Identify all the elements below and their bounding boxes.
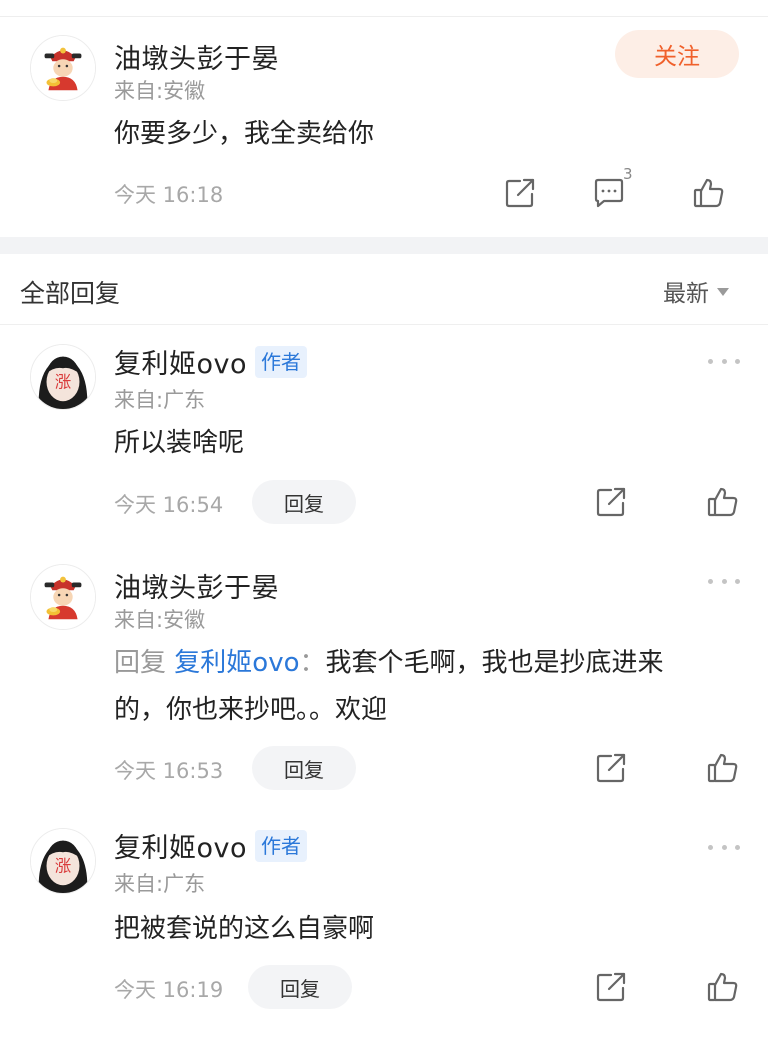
reply-author[interactable]: 复利姬ovo 作者 [114, 826, 308, 865]
replies-header: 全部回复 最新 [0, 254, 768, 325]
reply-time: 今天 16:19 [114, 978, 224, 1002]
reply-item: 涨 复利姬ovo 作者 来自:广东 把被套说的这么自豪啊 今天 16:19 回复 [0, 812, 768, 1044]
main-post: 油墩头彭于晏 来自:安徽 关注 你要多少，我全卖给你 今天 16:18 3 [0, 17, 768, 237]
avatar[interactable] [30, 35, 96, 101]
post-location: 来自:安徽 [114, 79, 206, 103]
reply-text: 把被套说的这么自豪啊 [114, 914, 375, 944]
share-icon[interactable] [594, 485, 628, 519]
reply-time: 今天 16:54 [114, 493, 224, 517]
avatar-text: 涨 [55, 857, 71, 876]
fortune-god-avatar-icon [31, 565, 95, 629]
reply-text: 我套个毛啊，我也是抄底进来 [325, 648, 664, 678]
reply-prefix: 回复 [114, 648, 167, 678]
caret-down-icon [717, 288, 729, 296]
post-author-name[interactable]: 油墩头彭于晏 [114, 37, 279, 76]
girl-avatar-icon: 涨 [31, 345, 95, 409]
reply-button[interactable]: 回复 [252, 480, 356, 524]
reply-author-name[interactable]: 复利姬ovo [114, 342, 247, 381]
reply-location: 来自:广东 [114, 872, 206, 896]
avatar[interactable]: 涨 [30, 344, 96, 410]
reply-item: 涨 复利姬ovo 作者 来自:广东 所以装啥呢 今天 16:54 回复 [0, 326, 768, 546]
more-dots-icon[interactable] [708, 842, 740, 852]
reply-author[interactable]: 复利姬ovo 作者 [114, 342, 308, 381]
reply-button[interactable]: 回复 [248, 965, 352, 1009]
avatar[interactable]: 涨 [30, 828, 96, 894]
reply-text: 所以装啥呢 [114, 428, 245, 458]
comment-count-badge: 3 [623, 165, 633, 183]
reply-time: 今天 16:53 [114, 759, 224, 783]
thumbs-up-icon[interactable] [706, 485, 740, 519]
comment-icon[interactable] [592, 176, 626, 210]
thumbs-up-icon[interactable] [706, 751, 740, 785]
reply-colon: ： [299, 648, 326, 678]
follow-button[interactable]: 关注 [615, 30, 739, 78]
reply-author-name[interactable]: 复利姬ovo [114, 826, 247, 865]
share-icon[interactable] [594, 751, 628, 785]
section-separator [0, 237, 768, 254]
share-icon[interactable] [594, 970, 628, 1004]
reply-location: 来自:安徽 [114, 608, 206, 632]
author-badge: 作者 [255, 345, 308, 378]
post-time: 今天 16:18 [114, 183, 224, 207]
sort-label: 最新 [663, 281, 709, 307]
reply-text-line-2: 的，你也来抄吧。。欢迎 [114, 695, 388, 725]
sort-dropdown[interactable]: 最新 [663, 274, 729, 308]
girl-avatar-icon: 涨 [31, 829, 95, 893]
thumbs-up-icon[interactable] [706, 970, 740, 1004]
reply-location: 来自:广东 [114, 388, 206, 412]
avatar-text: 涨 [55, 373, 71, 392]
fortune-god-avatar-icon [31, 36, 95, 100]
more-dots-icon[interactable] [708, 356, 740, 366]
reply-author-name[interactable]: 油墩头彭于晏 [114, 566, 279, 605]
all-replies-title: 全部回复 [20, 279, 121, 308]
thumbs-up-icon[interactable] [692, 176, 726, 210]
reply-text-line-1: 回复 复利姬ovo：我套个毛啊，我也是抄底进来 [114, 640, 664, 686]
author-badge: 作者 [255, 829, 308, 862]
reply-button[interactable]: 回复 [252, 746, 356, 790]
share-icon[interactable] [503, 176, 537, 210]
avatar[interactable] [30, 564, 96, 630]
reply-item: 油墩头彭于晏 来自:安徽 回复 复利姬ovo：我套个毛啊，我也是抄底进来 的，你… [0, 546, 768, 812]
reply-target-link[interactable]: 复利姬ovo [174, 648, 299, 678]
more-dots-icon[interactable] [708, 576, 740, 586]
post-text: 你要多少，我全卖给你 [114, 119, 375, 149]
